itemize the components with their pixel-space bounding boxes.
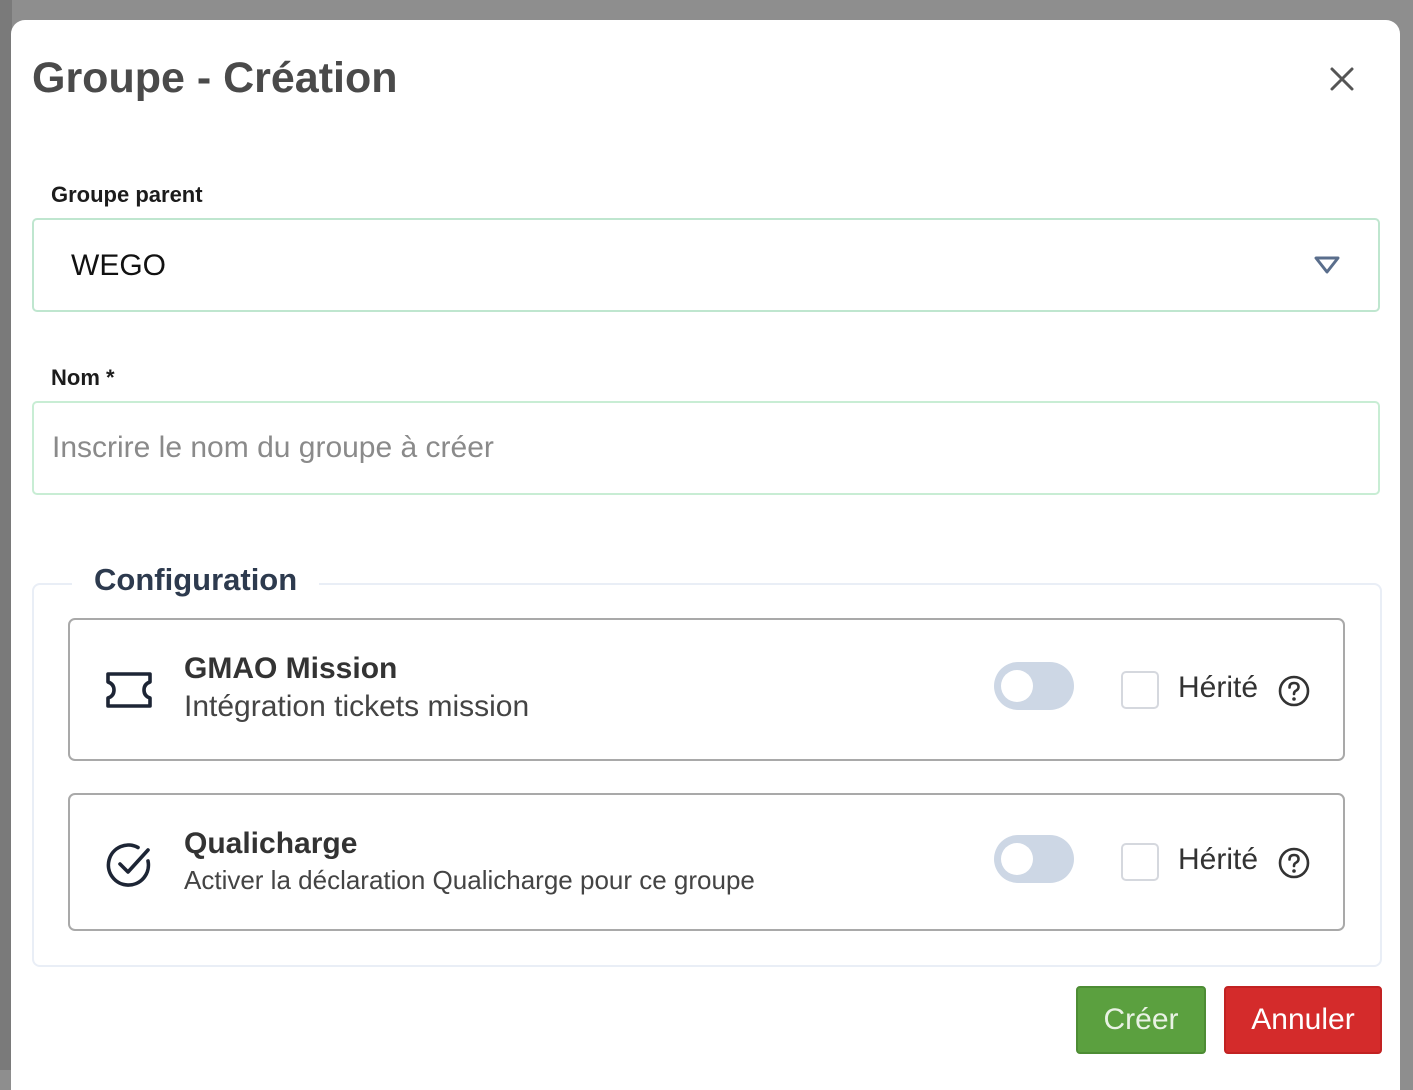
inherited-label: Hérité [1178, 671, 1259, 704]
help-circle-icon[interactable] [1277, 846, 1311, 880]
config-item-qualicharge: Qualicharge Activer la déclaration Quali… [68, 793, 1345, 931]
configuration-legend: Configuration [72, 562, 320, 598]
ticket-icon [106, 672, 152, 708]
config-item-gmao-mission: GMAO Mission Intégration tickets mission… [68, 618, 1345, 761]
modal-title: Groupe - Création [32, 54, 398, 102]
qualicharge-toggle[interactable] [994, 835, 1074, 883]
name-label: Nom * [51, 365, 115, 390]
parent-group-label: Groupe parent [51, 182, 203, 207]
check-circle-icon [106, 843, 151, 887]
qualicharge-inherited-checkbox[interactable] [1121, 843, 1159, 881]
help-circle-icon[interactable] [1277, 674, 1311, 708]
group-name-input[interactable] [32, 401, 1380, 495]
toggle-knob [1001, 843, 1033, 875]
create-button[interactable]: Créer [1076, 986, 1206, 1054]
parent-group-select[interactable]: WEGO [32, 218, 1380, 312]
inherited-label: Hérité [1178, 843, 1259, 876]
dropdown-triangle-icon [1314, 256, 1340, 274]
gmao-mission-toggle[interactable] [994, 662, 1074, 710]
toggle-knob [1001, 670, 1033, 702]
close-icon[interactable] [1327, 64, 1357, 94]
group-create-modal: Groupe - Création Groupe parent WEGO Nom… [11, 20, 1400, 1090]
gmao-mission-inherited-checkbox[interactable] [1121, 671, 1159, 709]
config-item-description: Intégration tickets mission [184, 690, 530, 723]
cancel-button[interactable]: Annuler [1224, 986, 1382, 1054]
config-item-title: Qualicharge [184, 827, 358, 860]
config-item-title: GMAO Mission [184, 652, 398, 685]
parent-group-value: WEGO [71, 249, 166, 282]
config-item-description: Activer la déclaration Qualicharge pour … [184, 865, 755, 895]
